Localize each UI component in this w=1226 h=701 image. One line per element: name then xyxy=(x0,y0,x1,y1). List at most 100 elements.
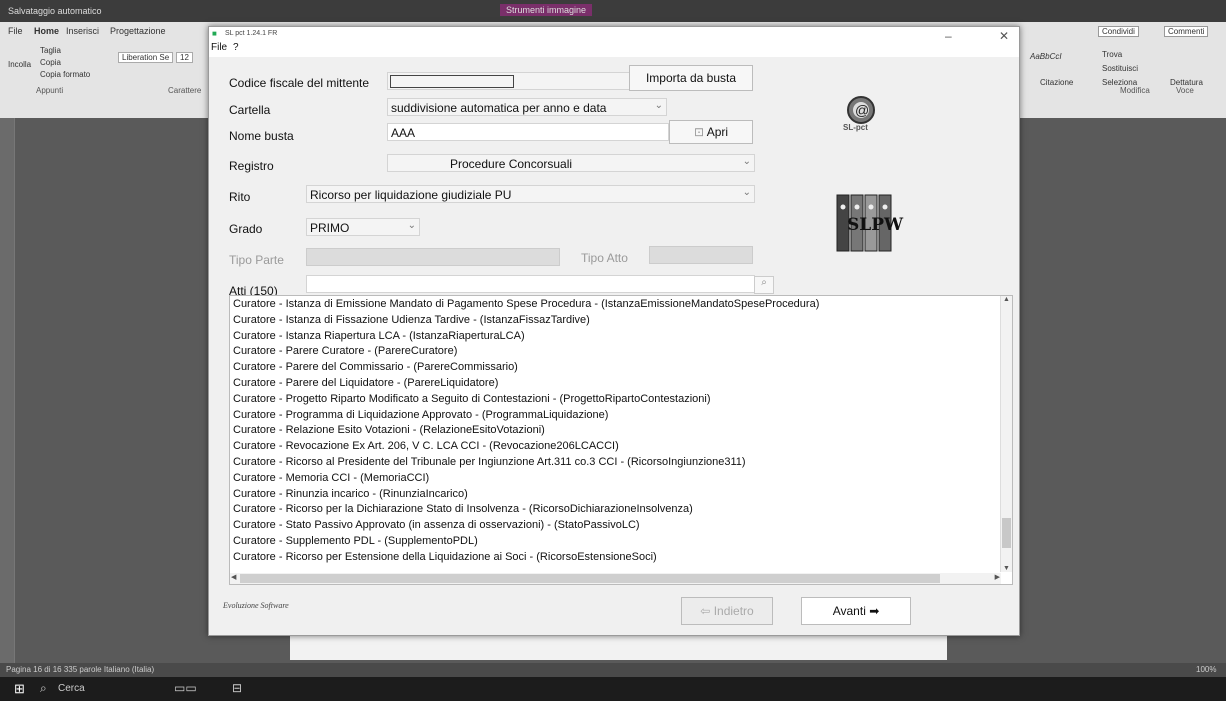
footer-brand: Evoluzione Software xyxy=(223,601,289,610)
task-view-icon[interactable]: ▭▭ xyxy=(174,681,197,695)
chevron-down-icon[interactable]: ⌄ xyxy=(655,100,663,111)
font-name-box[interactable]: Liberation Se xyxy=(118,52,174,63)
indietro-label: Indietro xyxy=(713,604,754,618)
list-item[interactable]: Curatore - Istanza Riapertura LCA - (Ist… xyxy=(233,330,525,342)
cartella-combo[interactable]: suddivisione automatica per anno e data … xyxy=(387,98,667,116)
format-painter-button[interactable]: Copia formato xyxy=(40,70,90,79)
chevron-down-icon[interactable]: ⌄ xyxy=(408,220,416,231)
importa-button[interactable]: Importa da busta xyxy=(629,65,753,91)
taskbar: ⊞ ⌕ Cerca ▭▭ ⊟ xyxy=(0,677,1226,701)
list-item[interactable]: Curatore - Ricorso per la Dichiarazione … xyxy=(233,503,693,515)
app-icon: ■ xyxy=(212,29,217,38)
tab-home[interactable]: Home xyxy=(34,26,59,36)
horizontal-scroll-thumb[interactable] xyxy=(240,574,940,583)
list-item[interactable]: Curatore - Istanza di Emissione Mandato … xyxy=(233,298,819,310)
word-tool-context: Strumenti immagine xyxy=(500,4,593,16)
chevron-down-icon[interactable]: ⌄ xyxy=(743,156,751,167)
avanti-button[interactable]: Avanti ➡ xyxy=(801,597,911,625)
grado-label: Grado xyxy=(229,222,263,236)
avanti-label: Avanti xyxy=(832,604,866,618)
list-item[interactable]: Curatore - Programma di Liquidazione App… xyxy=(233,409,608,421)
menu-file[interactable]: File xyxy=(211,42,227,53)
slpw-logo-text: SLPW xyxy=(847,215,904,235)
atti-list[interactable]: Curatore - Istanza di Emissione Mandato … xyxy=(229,295,1013,585)
atti-filter-input[interactable] xyxy=(306,275,755,293)
group-appunti: Appunti xyxy=(36,86,64,95)
registro-combo[interactable]: Procedure Concorsuali ⌄ xyxy=(387,154,755,172)
find-button[interactable]: Trova xyxy=(1102,50,1122,59)
grado-value: PRIMO xyxy=(310,221,350,235)
paste-button[interactable]: Incolla xyxy=(8,60,31,69)
apri-label: Apri xyxy=(706,125,729,139)
list-item[interactable]: Curatore - Revocazione Ex Art. 206, V C.… xyxy=(233,440,619,452)
tab-file[interactable]: File xyxy=(8,26,23,36)
list-item[interactable]: Curatore - Memoria CCI - (MemoriaCCI) xyxy=(233,472,429,484)
arrow-left-icon: ⇦ xyxy=(700,604,711,618)
grado-combo[interactable]: PRIMO ⌄ xyxy=(306,218,420,236)
list-item[interactable]: Curatore - Relazione Esito Votazioni - (… xyxy=(233,424,545,436)
group-modifica: Modifica xyxy=(1120,86,1150,95)
codice-fiscale-input[interactable] xyxy=(390,75,514,88)
indietro-button[interactable]: ⇦ Indietro xyxy=(681,597,773,625)
tipo-atto-combo xyxy=(649,246,753,264)
slpct-dialog: ■ SL pct 1.24.1 FR – ✕ File ? Codice fis… xyxy=(208,26,1020,636)
tipo-atto-label: Tipo Atto xyxy=(581,251,628,265)
tab-progettazione[interactable]: Progettazione xyxy=(110,26,166,36)
vertical-scrollbar[interactable]: ▲ ▼ xyxy=(1000,296,1012,572)
tab-inserisci[interactable]: Inserisci xyxy=(66,26,99,36)
share-button[interactable]: Condividi xyxy=(1098,26,1139,37)
rito-combo[interactable]: Ricorso per liquidazione giudiziale PU ⌄ xyxy=(306,185,755,203)
vertical-ruler xyxy=(0,118,15,663)
slpct-logo-text: SL-pct xyxy=(843,123,868,132)
cartella-label: Cartella xyxy=(229,103,271,117)
registro-label: Registro xyxy=(229,159,274,173)
scroll-down-icon[interactable]: ▼ xyxy=(1003,565,1010,572)
slpct-logo: @ SL-pct xyxy=(843,93,879,132)
folder-icon: ⊡ xyxy=(693,125,705,139)
scroll-up-icon[interactable]: ▲ xyxy=(1003,296,1010,303)
copy-button[interactable]: Copia xyxy=(40,58,61,67)
list-item[interactable]: Curatore - Parere del Liquidatore - (Par… xyxy=(233,377,498,389)
app-icon[interactable]: ⊟ xyxy=(232,681,242,695)
list-item[interactable]: Curatore - Rinunzia incarico - (Rinunzia… xyxy=(233,488,468,500)
group-voce: Voce xyxy=(1176,86,1194,95)
scroll-right-icon[interactable]: ▶ xyxy=(995,573,1000,581)
chevron-down-icon[interactable]: ⌄ xyxy=(743,187,751,198)
filter-search-icon[interactable]: ⌕ xyxy=(754,276,774,294)
vertical-scroll-thumb[interactable] xyxy=(1002,518,1011,548)
rito-label: Rito xyxy=(229,190,251,204)
cut-button[interactable]: Taglia xyxy=(40,46,61,55)
comments-button[interactable]: Commenti xyxy=(1164,26,1209,37)
codice-fiscale-combo[interactable]: ⌄ xyxy=(387,72,665,90)
dialog-title-bar: ■ SL pct 1.24.1 FR – ✕ xyxy=(209,27,1019,43)
zoom-level[interactable]: 100% xyxy=(1196,665,1216,674)
list-item[interactable]: Curatore - Progetto Riparto Modificato a… xyxy=(233,393,711,405)
list-item[interactable]: Curatore - Supplemento PDL - (Supplement… xyxy=(233,535,478,547)
horizontal-scrollbar[interactable]: ◀ ▶ xyxy=(230,573,1001,584)
rito-value: Ricorso per liquidazione giudiziale PU xyxy=(310,188,512,202)
font-size-box[interactable]: 12 xyxy=(176,52,193,63)
nome-busta-value: AAA xyxy=(391,126,416,140)
nome-busta-label: Nome busta xyxy=(229,129,294,143)
replace-button[interactable]: Sostituisci xyxy=(1102,64,1138,73)
menu-help[interactable]: ? xyxy=(233,42,239,53)
dialog-menu-bar: File ? xyxy=(209,41,1019,57)
search-icon[interactable]: ⌕ xyxy=(40,681,47,696)
scroll-left-icon[interactable]: ◀ xyxy=(231,573,236,581)
list-item[interactable]: Curatore - Parere Curatore - (ParereCura… xyxy=(233,345,457,357)
style-preview[interactable]: AaBbCcI xyxy=(1030,52,1062,61)
nome-busta-input[interactable]: AAA xyxy=(387,123,669,141)
word-title: Salvataggio automatico xyxy=(8,6,102,16)
list-item[interactable]: Curatore - Stato Passivo Approvato (in a… xyxy=(233,519,640,531)
list-item[interactable]: Curatore - Parere del Commissario - (Par… xyxy=(233,361,518,373)
style-label[interactable]: Citazione xyxy=(1040,78,1073,87)
windows-start-icon[interactable]: ⊞ xyxy=(14,681,25,697)
list-item[interactable]: Curatore - Istanza di Fissazione Udienza… xyxy=(233,314,590,326)
apri-button[interactable]: ⊡ Apri xyxy=(669,120,753,144)
list-item[interactable]: Curatore - Ricorso per Estensione della … xyxy=(233,551,657,563)
list-item[interactable]: Curatore - Ricorso al Presidente del Tri… xyxy=(233,456,746,468)
dialog-title: SL pct 1.24.1 FR xyxy=(225,30,278,37)
svg-text:@: @ xyxy=(855,102,869,118)
codice-fiscale-label: Codice fiscale del mittente xyxy=(229,76,370,90)
taskbar-search[interactable]: Cerca xyxy=(58,683,85,694)
